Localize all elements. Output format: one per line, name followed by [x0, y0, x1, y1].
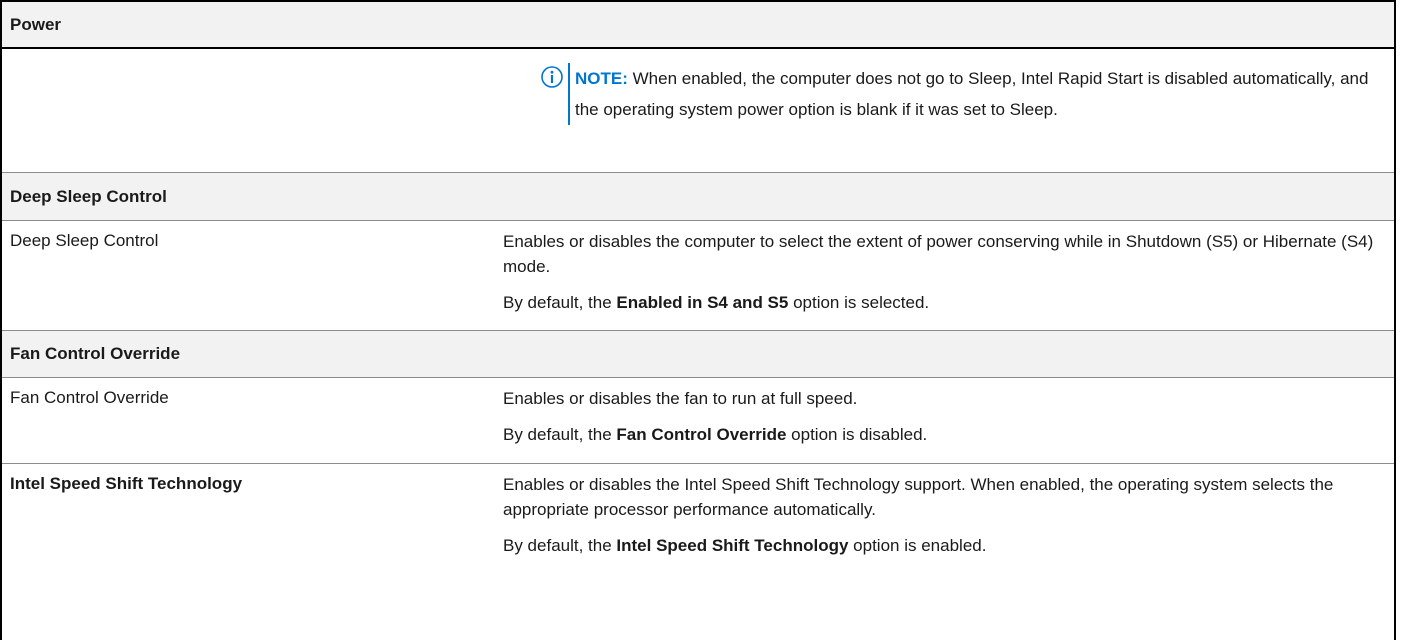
note-body: When enabled, the computer does not go t…: [575, 69, 1369, 119]
fan-control-default-value: Fan Control Override: [616, 425, 787, 444]
fan-control-description: Enables or disables the fan to run at fu…: [503, 389, 858, 408]
deep-sleep-default-prefix: By default, the: [503, 293, 617, 312]
speed-shift-description: Enables or disables the Intel Speed Shif…: [503, 475, 1334, 519]
deep-sleep-name: Deep Sleep Control: [10, 231, 159, 250]
speed-shift-row: Intel Speed Shift Technology Enables or …: [2, 464, 1394, 584]
fan-control-name: Fan Control Override: [10, 388, 169, 407]
fan-control-details: Enables or disables the fan to run at fu…: [495, 378, 1394, 463]
note-row-right-cell: NOTE: When enabled, the computer does no…: [495, 49, 1394, 172]
power-settings-table: Power NOTE: When enabled, the computer d…: [0, 0, 1396, 640]
deep-sleep-header-row: Deep Sleep Control: [2, 173, 1394, 221]
note-row: NOTE: When enabled, the computer does no…: [2, 49, 1394, 173]
fan-control-section-header: Fan Control Override: [10, 344, 181, 363]
speed-shift-details: Enables or disables the Intel Speed Shif…: [495, 464, 1394, 584]
note-row-left-cell: [2, 49, 495, 172]
deep-sleep-details: Enables or disables the computer to sele…: [495, 221, 1394, 330]
deep-sleep-description: Enables or disables the computer to sele…: [503, 232, 1374, 276]
speed-shift-default: By default, the Intel Speed Shift Techno…: [503, 533, 1380, 558]
fan-control-default: By default, the Fan Control Override opt…: [503, 422, 1380, 447]
speed-shift-default-prefix: By default, the: [503, 536, 617, 555]
settings-page: Power NOTE: When enabled, the computer d…: [0, 0, 1402, 640]
note-box: NOTE: When enabled, the computer does no…: [541, 63, 1380, 125]
fan-control-row: Fan Control Override Enables or disables…: [2, 378, 1394, 464]
fan-control-default-prefix: By default, the: [503, 425, 617, 444]
note-label: NOTE:: [575, 69, 628, 88]
power-header-row: Power: [2, 2, 1394, 49]
deep-sleep-default: By default, the Enabled in S4 and S5 opt…: [503, 290, 1380, 315]
note-text: NOTE: When enabled, the computer does no…: [568, 63, 1380, 125]
speed-shift-default-value: Intel Speed Shift Technology: [616, 536, 849, 555]
fan-control-default-suffix: option is disabled.: [786, 425, 928, 444]
speed-shift-name: Intel Speed Shift Technology: [10, 474, 243, 493]
deep-sleep-default-value: Enabled in S4 and S5: [616, 293, 789, 312]
info-icon: [541, 66, 563, 88]
fan-control-header-row: Fan Control Override: [2, 331, 1394, 378]
speed-shift-default-suffix: option is enabled.: [848, 536, 987, 555]
deep-sleep-row: Deep Sleep Control Enables or disables t…: [2, 221, 1394, 331]
deep-sleep-section-header: Deep Sleep Control: [10, 186, 167, 206]
deep-sleep-default-suffix: option is selected.: [788, 293, 930, 312]
power-header: Power: [10, 14, 62, 34]
